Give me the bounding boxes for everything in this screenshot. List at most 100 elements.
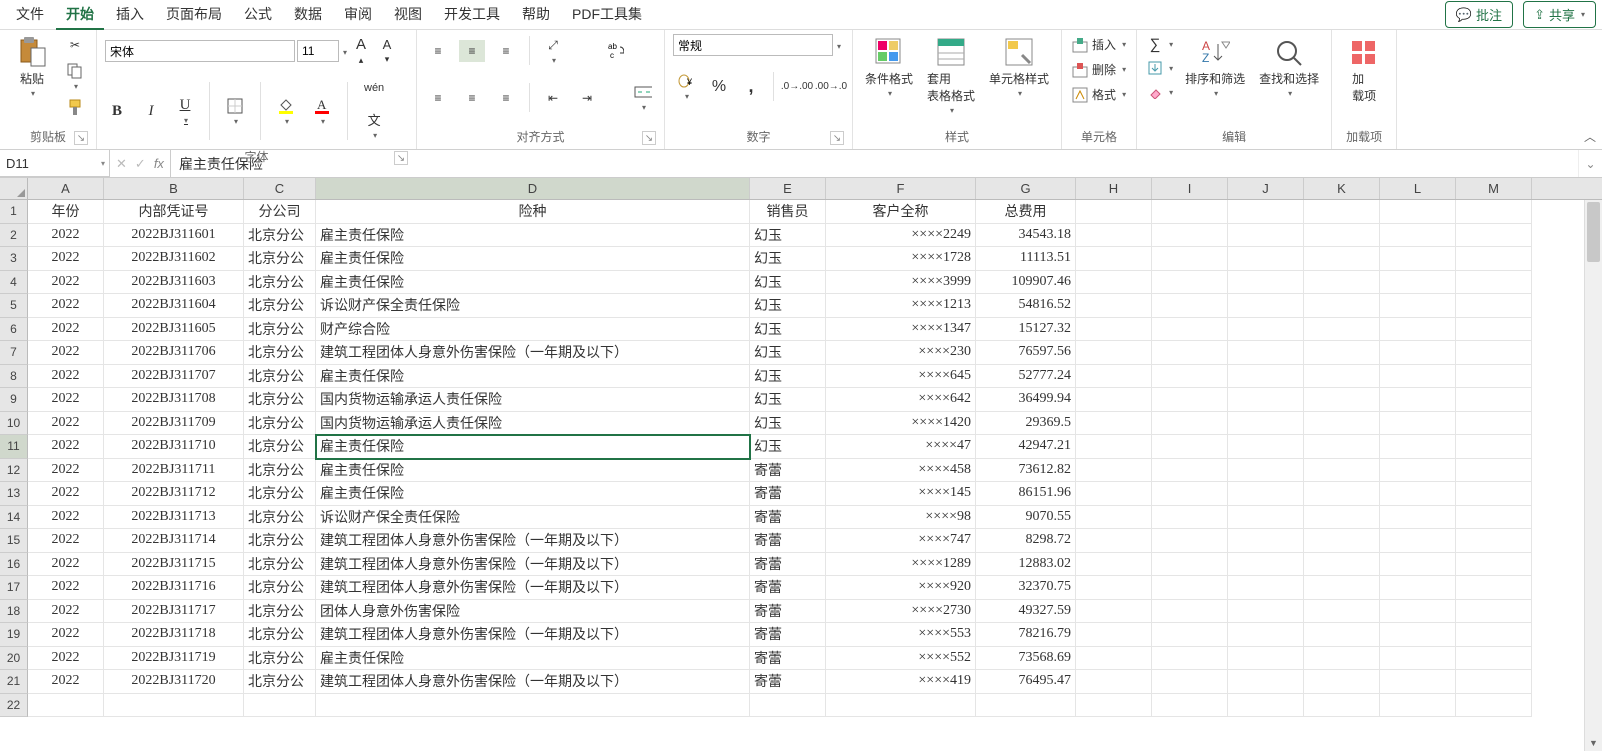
cell-K21[interactable] xyxy=(1304,670,1380,694)
cell-L2[interactable] xyxy=(1380,224,1456,248)
font-name-select[interactable] xyxy=(105,40,295,62)
cell-F2[interactable]: ××××2249 xyxy=(826,224,976,248)
col-header-I[interactable]: I xyxy=(1152,178,1228,199)
cell-D9[interactable]: 国内货物运输承运人责任保险 xyxy=(316,388,750,412)
align-left-button[interactable]: ≡ xyxy=(425,87,451,109)
cell-B7[interactable]: 2022BJ311706 xyxy=(104,341,244,365)
row-header-1[interactable]: 1 xyxy=(0,200,28,224)
format-painter-button[interactable] xyxy=(62,97,88,119)
cell-J17[interactable] xyxy=(1228,576,1304,600)
row-header-3[interactable]: 3 xyxy=(0,247,28,271)
cell-D14[interactable]: 诉讼财产保全责任保险 xyxy=(316,506,750,530)
cell-A15[interactable]: 2022 xyxy=(28,529,104,553)
cell-I10[interactable] xyxy=(1152,412,1228,436)
table-format-button[interactable]: 套用 表格格式 xyxy=(923,34,979,117)
align-center-button[interactable]: ≡ xyxy=(459,87,485,109)
cell-K4[interactable] xyxy=(1304,271,1380,295)
cell-G3[interactable]: 11113.51 xyxy=(976,247,1076,271)
clear-button[interactable] xyxy=(1145,82,1175,102)
increase-font-button[interactable]: A▴ xyxy=(349,34,373,68)
cell-M13[interactable] xyxy=(1456,482,1532,506)
cell-A10[interactable]: 2022 xyxy=(28,412,104,436)
name-box[interactable]: D11 xyxy=(0,150,110,177)
comma-button[interactable]: , xyxy=(739,74,763,99)
cell-G14[interactable]: 9070.55 xyxy=(976,506,1076,530)
orientation-button[interactable]: ⤢ xyxy=(540,34,566,67)
cell-A16[interactable]: 2022 xyxy=(28,553,104,577)
cell-H8[interactable] xyxy=(1076,365,1152,389)
cell-D19[interactable]: 建筑工程团体人身意外伤害保险（一年期及以下） xyxy=(316,623,750,647)
row-header-16[interactable]: 16 xyxy=(0,553,28,577)
row-header-18[interactable]: 18 xyxy=(0,600,28,624)
cell-C13[interactable]: 北京分公 xyxy=(244,482,316,506)
cell-A19[interactable]: 2022 xyxy=(28,623,104,647)
cell-K7[interactable] xyxy=(1304,341,1380,365)
align-top-button[interactable]: ≡ xyxy=(425,40,451,62)
cell-H15[interactable] xyxy=(1076,529,1152,553)
cell-K2[interactable] xyxy=(1304,224,1380,248)
scroll-down-button[interactable]: ▼ xyxy=(1585,735,1602,751)
cell-H20[interactable] xyxy=(1076,647,1152,671)
cell-H22[interactable] xyxy=(1076,694,1152,718)
cell-M21[interactable] xyxy=(1456,670,1532,694)
cell-H17[interactable] xyxy=(1076,576,1152,600)
row-header-4[interactable]: 4 xyxy=(0,271,28,295)
cell-K13[interactable] xyxy=(1304,482,1380,506)
cell-E22[interactable] xyxy=(750,694,826,718)
col-header-F[interactable]: F xyxy=(826,178,976,199)
cell-L13[interactable] xyxy=(1380,482,1456,506)
align-bottom-button[interactable]: ≡ xyxy=(493,40,519,62)
menu-视图[interactable]: 视图 xyxy=(384,0,432,30)
cell-M6[interactable] xyxy=(1456,318,1532,342)
cell-K18[interactable] xyxy=(1304,600,1380,624)
cell-M20[interactable] xyxy=(1456,647,1532,671)
cell-D22[interactable] xyxy=(316,694,750,718)
cell-H12[interactable] xyxy=(1076,459,1152,483)
cell-M17[interactable] xyxy=(1456,576,1532,600)
font-size-select[interactable] xyxy=(297,40,339,62)
insert-cells-button[interactable]: 插入 xyxy=(1070,34,1128,55)
cell-A4[interactable]: 2022 xyxy=(28,271,104,295)
cell-E12[interactable]: 寄蕾 xyxy=(750,459,826,483)
cell-D15[interactable]: 建筑工程团体人身意外伤害保险（一年期及以下） xyxy=(316,529,750,553)
cell-E9[interactable]: 幻玉 xyxy=(750,388,826,412)
menu-数据[interactable]: 数据 xyxy=(284,0,332,30)
cell-L12[interactable] xyxy=(1380,459,1456,483)
cell-G8[interactable]: 52777.24 xyxy=(976,365,1076,389)
cell-K11[interactable] xyxy=(1304,435,1380,459)
cell-L9[interactable] xyxy=(1380,388,1456,412)
cut-button[interactable]: ✂ xyxy=(62,34,88,56)
cell-B2[interactable]: 2022BJ311601 xyxy=(104,224,244,248)
cell-E6[interactable]: 幻玉 xyxy=(750,318,826,342)
font-launcher[interactable]: ↘ xyxy=(394,151,408,165)
cell-J8[interactable] xyxy=(1228,365,1304,389)
cell-B20[interactable]: 2022BJ311719 xyxy=(104,647,244,671)
cell-G12[interactable]: 73612.82 xyxy=(976,459,1076,483)
cell-B12[interactable]: 2022BJ311711 xyxy=(104,459,244,483)
cell-I4[interactable] xyxy=(1152,271,1228,295)
cell-E20[interactable]: 寄蕾 xyxy=(750,647,826,671)
cell-C16[interactable]: 北京分公 xyxy=(244,553,316,577)
percent-button[interactable]: % xyxy=(707,76,731,98)
cell-A2[interactable]: 2022 xyxy=(28,224,104,248)
cell-E21[interactable]: 寄蕾 xyxy=(750,670,826,694)
cell-M2[interactable] xyxy=(1456,224,1532,248)
cell-J14[interactable] xyxy=(1228,506,1304,530)
cell-M1[interactable] xyxy=(1456,200,1532,224)
cell-F13[interactable]: ××××145 xyxy=(826,482,976,506)
row-header-21[interactable]: 21 xyxy=(0,670,28,694)
cell-G9[interactable]: 36499.94 xyxy=(976,388,1076,412)
row-header-10[interactable]: 10 xyxy=(0,412,28,436)
format-cells-button[interactable]: 格式 xyxy=(1070,84,1128,105)
cell-G13[interactable]: 86151.96 xyxy=(976,482,1076,506)
cell-C3[interactable]: 北京分公 xyxy=(244,247,316,271)
cell-A11[interactable]: 2022 xyxy=(28,435,104,459)
cell-L17[interactable] xyxy=(1380,576,1456,600)
cell-K22[interactable] xyxy=(1304,694,1380,718)
cell-C7[interactable]: 北京分公 xyxy=(244,341,316,365)
select-all-corner[interactable] xyxy=(0,178,28,199)
font-size-drop[interactable] xyxy=(341,44,347,58)
cell-L1[interactable] xyxy=(1380,200,1456,224)
menu-审阅[interactable]: 审阅 xyxy=(334,0,382,30)
cell-M15[interactable] xyxy=(1456,529,1532,553)
